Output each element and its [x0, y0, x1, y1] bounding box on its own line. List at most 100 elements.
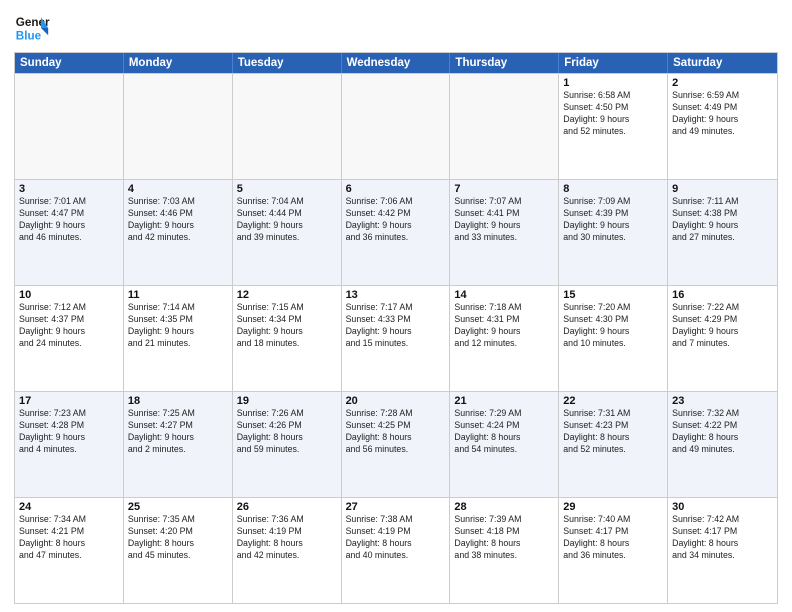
day-info: Sunrise: 7:18 AM Sunset: 4:31 PM Dayligh…	[454, 302, 554, 350]
cal-cell-day-24: 24Sunrise: 7:34 AM Sunset: 4:21 PM Dayli…	[15, 498, 124, 603]
cal-cell-day-21: 21Sunrise: 7:29 AM Sunset: 4:24 PM Dayli…	[450, 392, 559, 497]
header-day-wednesday: Wednesday	[342, 53, 451, 73]
cal-cell-day-4: 4Sunrise: 7:03 AM Sunset: 4:46 PM Daylig…	[124, 180, 233, 285]
day-number: 24	[19, 501, 119, 513]
cal-cell-day-16: 16Sunrise: 7:22 AM Sunset: 4:29 PM Dayli…	[668, 286, 777, 391]
cal-cell-day-28: 28Sunrise: 7:39 AM Sunset: 4:18 PM Dayli…	[450, 498, 559, 603]
day-number: 7	[454, 183, 554, 195]
day-info: Sunrise: 7:06 AM Sunset: 4:42 PM Dayligh…	[346, 196, 446, 244]
cal-cell-day-7: 7Sunrise: 7:07 AM Sunset: 4:41 PM Daylig…	[450, 180, 559, 285]
day-number: 13	[346, 289, 446, 301]
day-number: 9	[672, 183, 773, 195]
cal-cell-day-6: 6Sunrise: 7:06 AM Sunset: 4:42 PM Daylig…	[342, 180, 451, 285]
day-number: 21	[454, 395, 554, 407]
day-number: 19	[237, 395, 337, 407]
day-info: Sunrise: 7:38 AM Sunset: 4:19 PM Dayligh…	[346, 514, 446, 562]
day-number: 5	[237, 183, 337, 195]
header-day-tuesday: Tuesday	[233, 53, 342, 73]
day-number: 20	[346, 395, 446, 407]
day-info: Sunrise: 7:11 AM Sunset: 4:38 PM Dayligh…	[672, 196, 773, 244]
day-info: Sunrise: 7:17 AM Sunset: 4:33 PM Dayligh…	[346, 302, 446, 350]
cal-cell-day-19: 19Sunrise: 7:26 AM Sunset: 4:26 PM Dayli…	[233, 392, 342, 497]
header-day-thursday: Thursday	[450, 53, 559, 73]
day-number: 3	[19, 183, 119, 195]
day-info: Sunrise: 7:31 AM Sunset: 4:23 PM Dayligh…	[563, 408, 663, 456]
calendar: SundayMondayTuesdayWednesdayThursdayFrid…	[14, 52, 778, 604]
day-number: 23	[672, 395, 773, 407]
cal-cell-day-14: 14Sunrise: 7:18 AM Sunset: 4:31 PM Dayli…	[450, 286, 559, 391]
day-number: 17	[19, 395, 119, 407]
day-number: 14	[454, 289, 554, 301]
day-info: Sunrise: 7:22 AM Sunset: 4:29 PM Dayligh…	[672, 302, 773, 350]
day-info: Sunrise: 7:35 AM Sunset: 4:20 PM Dayligh…	[128, 514, 228, 562]
day-info: Sunrise: 7:23 AM Sunset: 4:28 PM Dayligh…	[19, 408, 119, 456]
cal-cell-day-12: 12Sunrise: 7:15 AM Sunset: 4:34 PM Dayli…	[233, 286, 342, 391]
day-number: 11	[128, 289, 228, 301]
day-info: Sunrise: 7:42 AM Sunset: 4:17 PM Dayligh…	[672, 514, 773, 562]
day-number: 18	[128, 395, 228, 407]
day-info: Sunrise: 7:26 AM Sunset: 4:26 PM Dayligh…	[237, 408, 337, 456]
cal-row-1: 3Sunrise: 7:01 AM Sunset: 4:47 PM Daylig…	[15, 179, 777, 285]
day-number: 10	[19, 289, 119, 301]
day-number: 29	[563, 501, 663, 513]
page: General Blue SundayMondayTuesdayWednesda…	[0, 0, 792, 612]
calendar-header: SundayMondayTuesdayWednesdayThursdayFrid…	[15, 53, 777, 73]
cal-cell-day-27: 27Sunrise: 7:38 AM Sunset: 4:19 PM Dayli…	[342, 498, 451, 603]
cal-row-0: 1Sunrise: 6:58 AM Sunset: 4:50 PM Daylig…	[15, 73, 777, 179]
cal-cell-day-3: 3Sunrise: 7:01 AM Sunset: 4:47 PM Daylig…	[15, 180, 124, 285]
cal-cell-day-9: 9Sunrise: 7:11 AM Sunset: 4:38 PM Daylig…	[668, 180, 777, 285]
day-number: 2	[672, 77, 773, 89]
cal-cell-day-10: 10Sunrise: 7:12 AM Sunset: 4:37 PM Dayli…	[15, 286, 124, 391]
cal-cell-day-26: 26Sunrise: 7:36 AM Sunset: 4:19 PM Dayli…	[233, 498, 342, 603]
day-info: Sunrise: 7:15 AM Sunset: 4:34 PM Dayligh…	[237, 302, 337, 350]
cal-cell-day-13: 13Sunrise: 7:17 AM Sunset: 4:33 PM Dayli…	[342, 286, 451, 391]
day-number: 16	[672, 289, 773, 301]
day-info: Sunrise: 7:20 AM Sunset: 4:30 PM Dayligh…	[563, 302, 663, 350]
day-info: Sunrise: 7:39 AM Sunset: 4:18 PM Dayligh…	[454, 514, 554, 562]
cal-cell-day-22: 22Sunrise: 7:31 AM Sunset: 4:23 PM Dayli…	[559, 392, 668, 497]
cal-cell-empty	[450, 74, 559, 179]
day-info: Sunrise: 7:12 AM Sunset: 4:37 PM Dayligh…	[19, 302, 119, 350]
header-day-saturday: Saturday	[668, 53, 777, 73]
day-info: Sunrise: 7:36 AM Sunset: 4:19 PM Dayligh…	[237, 514, 337, 562]
cal-cell-day-18: 18Sunrise: 7:25 AM Sunset: 4:27 PM Dayli…	[124, 392, 233, 497]
cal-cell-day-30: 30Sunrise: 7:42 AM Sunset: 4:17 PM Dayli…	[668, 498, 777, 603]
cal-row-4: 24Sunrise: 7:34 AM Sunset: 4:21 PM Dayli…	[15, 497, 777, 603]
cal-cell-day-23: 23Sunrise: 7:32 AM Sunset: 4:22 PM Dayli…	[668, 392, 777, 497]
day-number: 8	[563, 183, 663, 195]
cal-cell-empty	[15, 74, 124, 179]
day-info: Sunrise: 6:58 AM Sunset: 4:50 PM Dayligh…	[563, 90, 663, 138]
day-info: Sunrise: 7:14 AM Sunset: 4:35 PM Dayligh…	[128, 302, 228, 350]
cal-cell-day-25: 25Sunrise: 7:35 AM Sunset: 4:20 PM Dayli…	[124, 498, 233, 603]
day-number: 1	[563, 77, 663, 89]
cal-cell-day-17: 17Sunrise: 7:23 AM Sunset: 4:28 PM Dayli…	[15, 392, 124, 497]
day-number: 28	[454, 501, 554, 513]
calendar-body: 1Sunrise: 6:58 AM Sunset: 4:50 PM Daylig…	[15, 73, 777, 603]
day-info: Sunrise: 7:28 AM Sunset: 4:25 PM Dayligh…	[346, 408, 446, 456]
cal-cell-empty	[342, 74, 451, 179]
day-number: 6	[346, 183, 446, 195]
day-number: 25	[128, 501, 228, 513]
day-info: Sunrise: 7:34 AM Sunset: 4:21 PM Dayligh…	[19, 514, 119, 562]
header: General Blue	[14, 10, 778, 46]
day-info: Sunrise: 7:29 AM Sunset: 4:24 PM Dayligh…	[454, 408, 554, 456]
day-info: Sunrise: 7:07 AM Sunset: 4:41 PM Dayligh…	[454, 196, 554, 244]
day-number: 30	[672, 501, 773, 513]
cal-row-2: 10Sunrise: 7:12 AM Sunset: 4:37 PM Dayli…	[15, 285, 777, 391]
cal-cell-day-5: 5Sunrise: 7:04 AM Sunset: 4:44 PM Daylig…	[233, 180, 342, 285]
header-day-sunday: Sunday	[15, 53, 124, 73]
day-info: Sunrise: 6:59 AM Sunset: 4:49 PM Dayligh…	[672, 90, 773, 138]
cal-cell-empty	[124, 74, 233, 179]
logo-icon: General Blue	[14, 10, 50, 46]
cal-cell-day-11: 11Sunrise: 7:14 AM Sunset: 4:35 PM Dayli…	[124, 286, 233, 391]
cal-cell-day-2: 2Sunrise: 6:59 AM Sunset: 4:49 PM Daylig…	[668, 74, 777, 179]
logo: General Blue	[14, 10, 50, 46]
day-number: 4	[128, 183, 228, 195]
day-info: Sunrise: 7:03 AM Sunset: 4:46 PM Dayligh…	[128, 196, 228, 244]
cal-cell-day-20: 20Sunrise: 7:28 AM Sunset: 4:25 PM Dayli…	[342, 392, 451, 497]
day-number: 12	[237, 289, 337, 301]
cal-cell-day-8: 8Sunrise: 7:09 AM Sunset: 4:39 PM Daylig…	[559, 180, 668, 285]
day-number: 15	[563, 289, 663, 301]
day-number: 26	[237, 501, 337, 513]
header-day-monday: Monday	[124, 53, 233, 73]
